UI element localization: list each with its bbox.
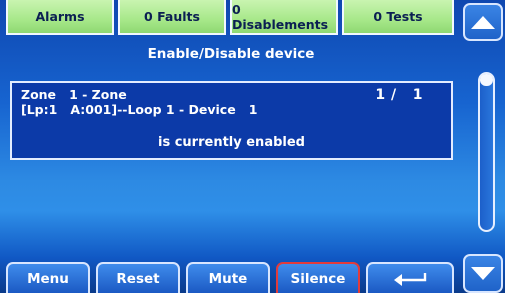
- triangle-up-icon: [471, 15, 495, 29]
- mute-button[interactable]: Mute: [186, 262, 270, 293]
- device-info-panel: Zone 1 - Zone 1 / 1 [Lp:1 A:001]--Loop 1…: [10, 81, 453, 160]
- scroll-up-button[interactable]: [463, 3, 503, 41]
- menu-button[interactable]: Menu: [6, 262, 90, 293]
- screen-title: Enable/Disable device: [147, 46, 315, 62]
- enter-button[interactable]: [366, 262, 454, 293]
- zone-label: Zone 1 - Zone: [21, 87, 127, 102]
- status-tab-bar: Alarms 0 Faults 0 Disablements 0 Tests: [0, 0, 462, 36]
- scrollbar-track[interactable]: [478, 72, 495, 232]
- silence-button[interactable]: Silence: [276, 262, 360, 293]
- enter-return-icon: [394, 272, 427, 286]
- alarms-tab[interactable]: Alarms: [6, 0, 114, 35]
- triangle-down-icon: [471, 267, 495, 280]
- device-address-label: [Lp:1 A:001]--Loop 1 - Device 1: [21, 102, 258, 117]
- reset-button[interactable]: Reset: [96, 262, 180, 293]
- scroll-down-button[interactable]: [463, 254, 503, 293]
- page-counter: 1 / 1: [375, 87, 423, 103]
- scrollbar-thumb[interactable]: [480, 74, 493, 86]
- faults-tab[interactable]: 0 Faults: [118, 0, 226, 35]
- device-status-text: is currently enabled: [158, 135, 305, 150]
- tests-tab[interactable]: 0 Tests: [342, 0, 454, 35]
- disablements-tab[interactable]: 0 Disablements: [230, 0, 338, 35]
